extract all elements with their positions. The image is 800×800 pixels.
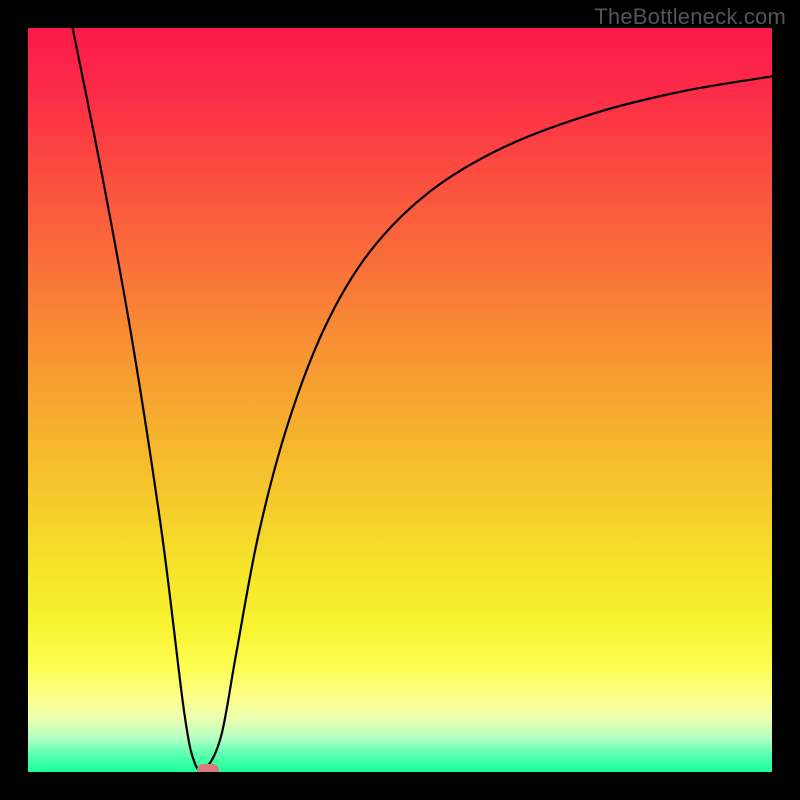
plot-area bbox=[28, 28, 772, 772]
bottleneck-curve bbox=[28, 28, 772, 772]
chart-frame: TheBottleneck.com bbox=[0, 0, 800, 800]
watermark-text: TheBottleneck.com bbox=[594, 4, 786, 30]
optimal-marker bbox=[197, 764, 219, 772]
